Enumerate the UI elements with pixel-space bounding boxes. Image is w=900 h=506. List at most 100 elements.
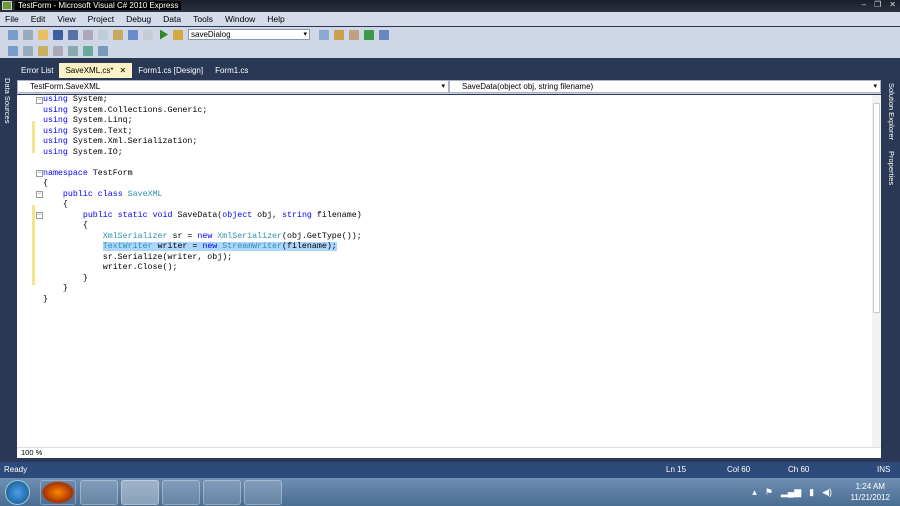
change-marker [32, 205, 35, 285]
data-sources-tab[interactable]: Data Sources [3, 78, 12, 123]
code-line: public static void SaveData(object obj, … [43, 211, 362, 222]
close-tab-icon[interactable]: ✕ [119, 66, 126, 75]
code-line: using System.Xml.Serialization; [43, 137, 197, 148]
code-token: sr.Serialize(writer, obj); [43, 252, 233, 262]
minimize-button[interactable]: – [862, 0, 866, 9]
new-project-icon[interactable] [8, 29, 18, 40]
display-object-icon[interactable] [8, 45, 18, 56]
tab-form1-cs[interactable]: Form1.cs [209, 63, 254, 78]
code-line: using System.Text; [43, 127, 133, 138]
solution-explorer-tab[interactable]: Solution Explorer [887, 83, 896, 140]
quick-info-icon[interactable] [38, 45, 48, 56]
code-token: SaveData( [172, 210, 223, 220]
tab-label: Form1.cs [215, 66, 249, 75]
code-line: { [43, 179, 48, 190]
toolbox-icon[interactable] [349, 29, 359, 40]
power-icon[interactable]: ▮ [809, 487, 814, 498]
network-icon[interactable]: ▂▄▆ [781, 487, 801, 498]
code-token: TestForm [87, 168, 133, 178]
start-page-icon[interactable] [364, 29, 374, 40]
open-icon[interactable] [38, 29, 48, 40]
fold-toggle[interactable]: − [36, 97, 43, 104]
code-editor[interactable]: − − − − using System; using System.Collec… [17, 95, 881, 447]
window-title: TestForm - Microsoft Visual C# 2010 Expr… [15, 1, 182, 10]
menu-help[interactable]: Help [267, 14, 284, 24]
zoom-level[interactable]: 100 % [17, 447, 881, 458]
firefox-icon[interactable] [40, 480, 76, 505]
control-panel-icon[interactable] [80, 480, 118, 505]
solution-explorer-icon[interactable] [319, 29, 329, 40]
undo-icon[interactable] [128, 29, 138, 40]
find-in-files-icon[interactable] [173, 29, 183, 40]
paste-icon[interactable] [113, 29, 123, 40]
add-item-icon[interactable] [23, 29, 33, 40]
code-token: System.Text; [67, 126, 133, 136]
member-dropdown[interactable]: SaveData(object obj, string filename) [449, 80, 881, 93]
fold-toggle[interactable]: − [36, 170, 43, 177]
code-line: public class SaveXML [43, 190, 163, 201]
menu-window[interactable]: Window [225, 14, 255, 24]
code-token: (filename); [282, 242, 337, 251]
code-token: } [43, 284, 68, 293]
code-token: class [97, 189, 123, 199]
start-debugging-icon[interactable] [160, 29, 168, 40]
explorer-icon[interactable] [162, 480, 200, 505]
menu-edit[interactable]: Edit [31, 14, 46, 24]
clock-time: 1:24 AM [855, 482, 885, 491]
cut-icon[interactable] [83, 29, 93, 40]
title-bar: TestForm - Microsoft Visual C# 2010 Expr… [0, 0, 900, 12]
action-center-icon[interactable]: ⚑ [765, 487, 773, 498]
menu-file[interactable]: File [5, 14, 19, 24]
status-bar: Ready Ln 15 Col 60 Ch 60 INS [0, 462, 900, 478]
extension-manager-icon[interactable] [379, 29, 389, 40]
code-line: using System.Collections.Generic; [43, 106, 207, 117]
code-token: SaveXML [127, 189, 163, 199]
fold-toggle[interactable]: − [36, 191, 43, 198]
word-complete-icon[interactable] [53, 45, 63, 56]
menu-view[interactable]: View [57, 14, 75, 24]
vertical-scrollbar[interactable] [872, 95, 881, 447]
tab-error-list[interactable]: Error List [15, 63, 59, 78]
code-line: sr.Serialize(writer, obj); [43, 253, 232, 264]
tab-form1-cs-design-[interactable]: Form1.cs [Design] [132, 63, 209, 78]
redo-icon[interactable] [143, 29, 153, 40]
menu-project[interactable]: Project [88, 14, 114, 24]
comment-icon[interactable] [83, 45, 93, 56]
code-token: public [62, 189, 93, 199]
copy-icon[interactable] [98, 29, 108, 40]
save-icon[interactable] [53, 29, 63, 40]
properties-tab[interactable]: Properties [887, 151, 896, 185]
tab-savexml-cs-[interactable]: SaveXML.cs* ✕ [59, 63, 133, 78]
code-token: System.Xml.Serialization; [67, 137, 198, 146]
fold-toggle[interactable]: − [36, 212, 43, 219]
type-dropdown[interactable]: TestForm.SaveXML [17, 80, 449, 93]
indent-icon[interactable] [68, 45, 78, 56]
close-button[interactable]: ✕ [889, 0, 896, 9]
visual-csharp-icon[interactable] [121, 480, 159, 505]
properties-icon[interactable] [334, 29, 344, 40]
parameter-info-icon[interactable] [23, 45, 33, 56]
code-token: using [43, 116, 68, 125]
code-token: using [43, 105, 68, 115]
uncomment-icon[interactable] [98, 45, 108, 56]
show-hidden-icons[interactable]: ▴ [752, 487, 757, 498]
save-all-icon[interactable] [68, 29, 78, 40]
start-button[interactable] [5, 480, 30, 505]
code-token: public [82, 210, 113, 220]
code-token: void [152, 210, 173, 220]
clock[interactable]: 1:24 AM 11/21/2012 [851, 481, 890, 503]
menu-tools[interactable]: Tools [193, 14, 213, 24]
code-token: string [282, 210, 312, 220]
maximize-button[interactable]: ❐ [874, 0, 881, 9]
scroll-thumb[interactable] [873, 103, 880, 313]
console-icon[interactable] [203, 480, 241, 505]
menu-data[interactable]: Data [163, 14, 181, 24]
find-combo[interactable]: saveDialog [188, 29, 310, 40]
menu-debug[interactable]: Debug [126, 14, 151, 24]
volume-icon[interactable]: ◀) [822, 487, 832, 498]
code-token: System.Collections.Generic; [67, 105, 208, 115]
camera-icon[interactable] [244, 480, 282, 505]
text-editor-toolbar [0, 43, 130, 58]
